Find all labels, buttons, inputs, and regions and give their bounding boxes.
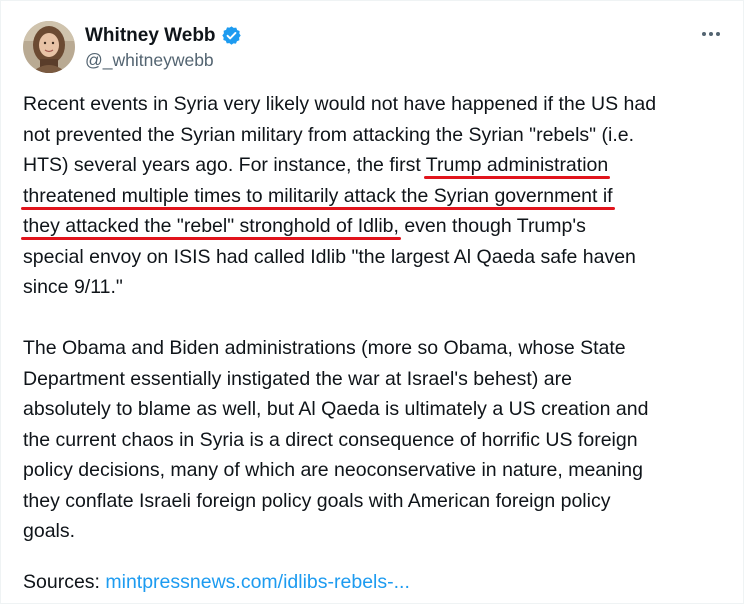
paragraph-1: Recent events in Syria very likely would…	[23, 89, 735, 303]
avatar-portrait-icon	[23, 21, 75, 73]
verified-badge-icon[interactable]	[221, 25, 242, 46]
highlighted-text: Trump administration	[425, 154, 609, 176]
author-names: Whitney Webb @_whitneywebb	[85, 24, 242, 71]
text-line: HTS) several years ago. For instance, th…	[23, 150, 735, 181]
author-display-name[interactable]: Whitney Webb	[85, 25, 216, 47]
author-handle[interactable]: @_whitneywebb	[85, 50, 242, 71]
text-line: they attacked the "rebel" stronghold of …	[23, 211, 735, 242]
highlighted-text: threatened multiple times to militarily …	[23, 184, 613, 207]
text-line: special envoy on ISIS had called Idlib "…	[23, 245, 636, 268]
text-line: absolutely to blame as well, but Al Qaed…	[23, 398, 649, 420]
tweet-header: Whitney Webb @_whitneywebb	[23, 21, 242, 73]
text-line: threatened multiple times to militarily …	[23, 181, 735, 212]
text-line: goals.	[23, 520, 76, 542]
text-line: policy decisions, many of which are neoc…	[23, 459, 644, 481]
text-line: The Obama and Biden administrations (mor…	[23, 337, 626, 359]
highlighted-text: they attacked the "rebel" stronghold of …	[23, 215, 399, 237]
more-options-button[interactable]	[697, 23, 725, 45]
text-line: since 9/11."	[23, 276, 123, 298]
sources-line: Sources: mintpressnews.com/idlibs-rebels…	[23, 567, 410, 597]
text-line: Department essentially instigated the wa…	[23, 367, 572, 390]
tweet-card: Whitney Webb @_whitneywebb Recent events…	[0, 0, 744, 604]
paragraph-2: The Obama and Biden administrations (mor…	[23, 333, 735, 547]
text-line: they conflate Israeli foreign policy goa…	[23, 489, 611, 512]
name-row: Whitney Webb	[85, 24, 242, 48]
tweet-text: Recent events in Syria very likely would…	[23, 89, 735, 547]
sources-label: Sources:	[23, 571, 106, 593]
author-avatar[interactable]	[23, 21, 75, 73]
sources-link[interactable]: mintpressnews.com/idlibs-rebels-...	[105, 571, 410, 593]
text-line: not prevented the Syrian military from a…	[23, 123, 635, 146]
text-line: Recent events in Syria very likely would…	[23, 93, 657, 115]
text-segment: even though Trump's	[398, 215, 586, 237]
text-line: the current chaos in Syria is a direct c…	[23, 428, 638, 451]
text-segment: HTS) several years ago. For instance, th…	[23, 154, 426, 176]
more-horizontal-icon	[702, 32, 720, 36]
